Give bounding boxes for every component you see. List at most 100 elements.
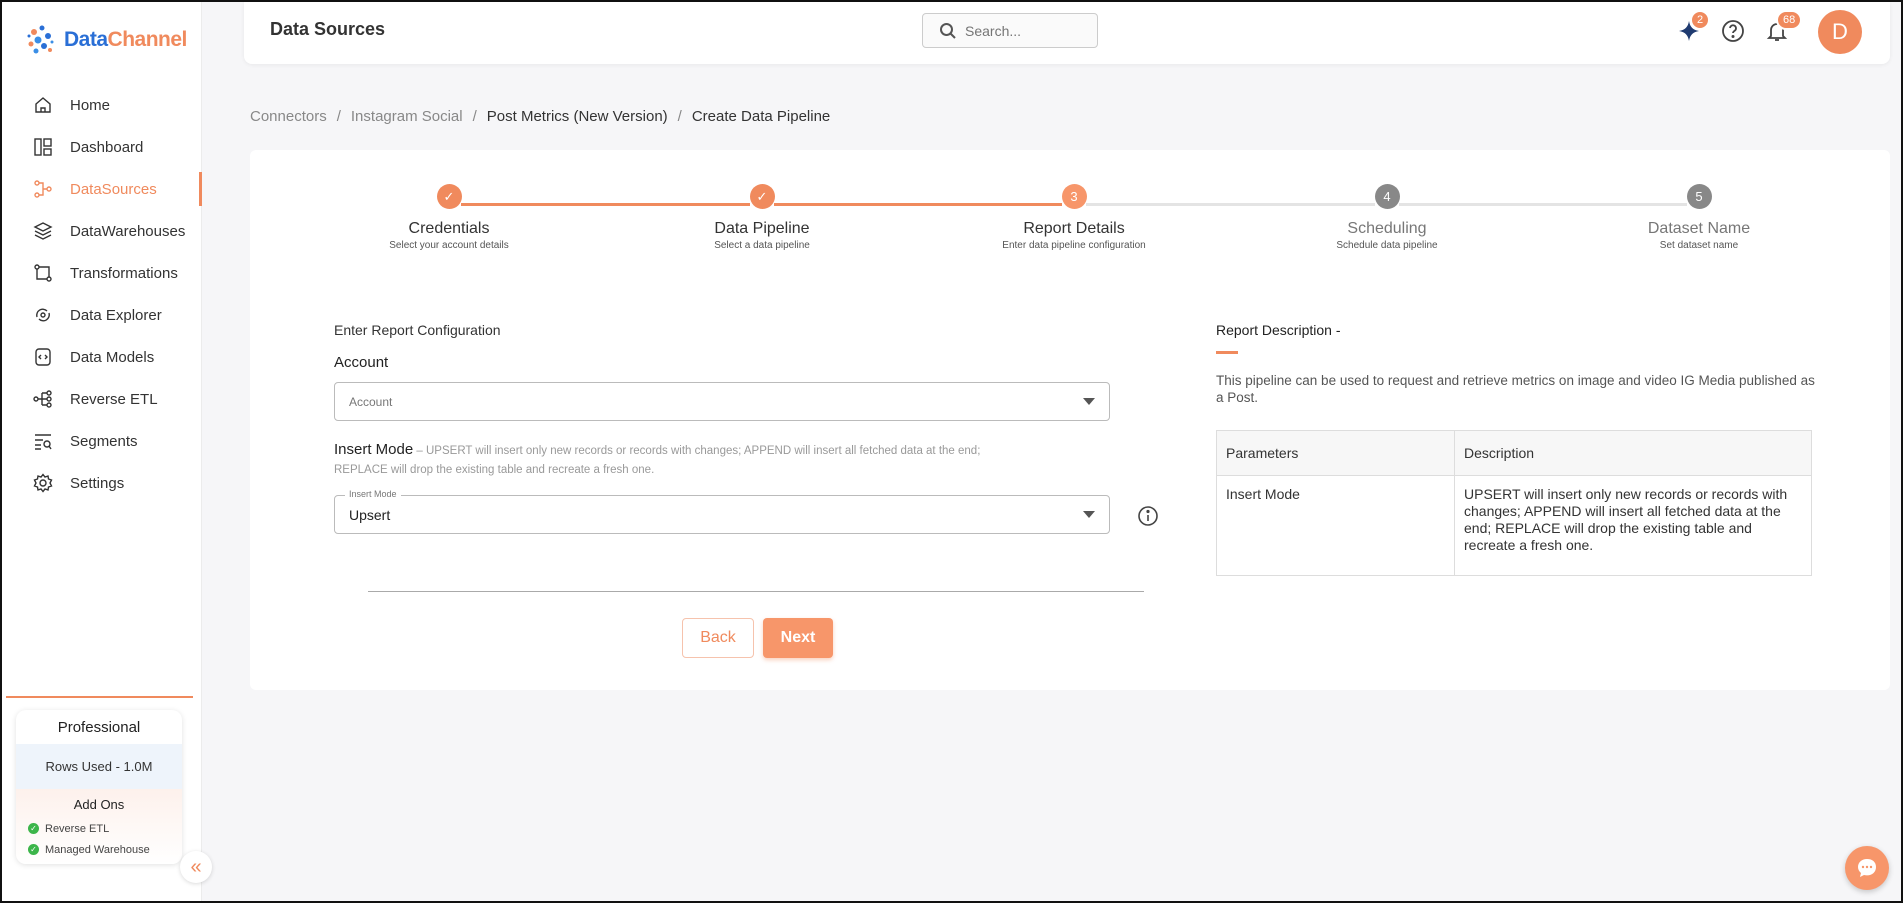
step-title: Report Details: [1023, 220, 1125, 237]
brand-name: DataChannel: [64, 28, 187, 51]
step-title: Dataset Name: [1647, 220, 1751, 237]
back-button[interactable]: Back: [682, 618, 754, 658]
sparkle-badge: 2: [1690, 10, 1711, 30]
step-subtitle: Select a data pipeline: [714, 240, 810, 251]
sidebar-item-label: Home: [70, 96, 111, 114]
transform-icon: [32, 262, 54, 284]
insert-mode-value: Upsert: [349, 506, 391, 523]
addons-section: Add Ons ✓ Reverse ETL ✓ Managed Warehous…: [16, 789, 182, 864]
step-number: 4: [1374, 184, 1400, 209]
layers-icon: [32, 220, 54, 242]
reverse-etl-icon: [32, 388, 54, 410]
insert-mode-float-label: Insert Mode: [345, 489, 401, 499]
plan-title: Professional: [57, 718, 141, 736]
sidebar-item-label: Reverse ETL: [70, 390, 158, 408]
dashboard-icon: [32, 136, 54, 158]
chat-button[interactable]: [1845, 846, 1889, 890]
user-avatar[interactable]: D: [1818, 10, 1862, 54]
page-title: Data Sources: [270, 19, 386, 39]
account-label: Account: [334, 354, 389, 371]
breadcrumb-separator: /: [472, 108, 477, 125]
info-icon[interactable]: [1137, 505, 1159, 527]
table-header: Description: [1454, 430, 1812, 476]
double-chevron-left-icon: «: [190, 855, 202, 878]
sidebar-item-label: Segments: [70, 432, 138, 450]
next-button[interactable]: Next: [763, 618, 833, 658]
step-credentials[interactable]: ✓ Credentials Select your account detail…: [349, 184, 549, 251]
sidebar-item-label: DataWarehouses: [70, 222, 186, 240]
sidebar-item-data-explorer[interactable]: Data Explorer: [2, 294, 202, 336]
parameters-table: Parameters Description Insert Mode UPSER…: [1216, 430, 1812, 576]
search-input[interactable]: [965, 22, 1075, 39]
step-report-details[interactable]: 3 Report Details Enter data pipeline con…: [974, 184, 1174, 251]
account-select[interactable]: Account: [334, 382, 1110, 421]
ai-sparkle-button[interactable]: 2: [1676, 10, 1711, 44]
addon-item: ✓ Managed Warehouse: [16, 839, 182, 860]
step-subtitle: Set dataset name: [1659, 240, 1739, 251]
account-select-placeholder: Account: [349, 394, 393, 409]
breadcrumb-separator: /: [336, 108, 341, 125]
step-data-pipeline[interactable]: ✓ Data Pipeline Select a data pipeline: [662, 184, 862, 251]
table-row: Insert Mode UPSERT will insert only new …: [1216, 475, 1812, 576]
sidebar-item-home[interactable]: Home: [2, 84, 202, 126]
title-underline: [1216, 351, 1238, 354]
step-subtitle: Enter data pipeline configuration: [1002, 240, 1146, 251]
datachannel-logo-icon: [27, 25, 54, 54]
sidebar-item-label: Transformations: [70, 264, 178, 282]
sidebar-item-dashboard[interactable]: Dashboard: [2, 126, 202, 168]
breadcrumb-current: Create Data Pipeline: [691, 108, 831, 125]
datasources-icon: [32, 178, 54, 200]
sidebar-item-settings[interactable]: Settings: [2, 462, 202, 504]
form-divider: [368, 591, 1144, 592]
step-number: 3: [1061, 184, 1087, 209]
sidebar-item-transformations[interactable]: Transformations: [2, 252, 202, 294]
sidebar-item-datawarehouses[interactable]: DataWarehouses: [2, 210, 202, 252]
breadcrumb-separator: /: [677, 108, 682, 125]
search-box[interactable]: [922, 13, 1098, 48]
sidebar-item-datasources[interactable]: DataSources: [2, 168, 202, 210]
search-icon: [940, 22, 956, 39]
step-scheduling[interactable]: 4 Scheduling Schedule data pipeline: [1287, 184, 1487, 251]
sidebar-item-segments[interactable]: Segments: [2, 420, 202, 462]
step-number: 5: [1686, 184, 1712, 209]
sidebar-item-label: Data Explorer: [70, 306, 162, 324]
form-heading: Enter Report Configuration: [334, 322, 501, 338]
sidebar-item-reverse-etl[interactable]: Reverse ETL: [2, 378, 202, 420]
breadcrumb: Connectors / Instagram Social / Post Met…: [250, 108, 830, 125]
insert-mode-hint: Insert Mode – UPSERT will insert only ne…: [334, 440, 1034, 480]
sidebar-divider: [6, 696, 193, 698]
notification-badge: 68: [1776, 10, 1803, 30]
help-button[interactable]: [1720, 18, 1746, 44]
addon-item: ✓ Reverse ETL: [16, 818, 182, 839]
gear-icon: [32, 472, 54, 494]
dropdown-arrow-icon: [1083, 511, 1095, 518]
collapse-sidebar-button[interactable]: «: [180, 851, 212, 883]
check-circle-icon: ✓: [28, 844, 39, 855]
step-title: Data Pipeline: [714, 220, 810, 237]
dropdown-arrow-icon: [1083, 398, 1095, 405]
brand-logo[interactable]: DataChannel: [24, 20, 187, 60]
top-header: Data Sources 2 68 D: [244, 2, 1890, 64]
explorer-icon: [32, 304, 54, 326]
table-cell: UPSERT will insert only new records or r…: [1454, 475, 1812, 576]
sidebar: DataChannel Home Dashboard DataSources D…: [2, 2, 202, 901]
segments-icon: [32, 430, 54, 452]
plan-card: Professional Rows Used - 1.0M Add Ons ✓ …: [16, 710, 182, 864]
step-title: Scheduling: [1347, 220, 1427, 237]
insert-mode-label: Insert Mode: [334, 441, 414, 458]
notifications-button[interactable]: 68: [1764, 10, 1803, 44]
step-dataset-name[interactable]: 5 Dataset Name Set dataset name: [1599, 184, 1799, 251]
help-icon: [1722, 20, 1744, 42]
insert-mode-description: – UPSERT will insert only new records or…: [334, 445, 981, 476]
addons-title: Add Ons: [73, 797, 125, 812]
insert-mode-select[interactable]: Insert Mode Upsert: [334, 489, 1110, 534]
report-description-title: Report Description -: [1216, 322, 1341, 338]
check-icon: ✓: [749, 184, 775, 209]
sidebar-item-label: Dashboard: [70, 138, 144, 156]
sidebar-item-data-models[interactable]: Data Models: [2, 336, 202, 378]
breadcrumb-post-metrics[interactable]: Post Metrics (New Version): [487, 108, 668, 125]
breadcrumb-instagram-social[interactable]: Instagram Social: [351, 108, 463, 125]
breadcrumb-connectors[interactable]: Connectors: [250, 108, 327, 125]
step-subtitle: Schedule data pipeline: [1336, 240, 1438, 251]
step-title: Credentials: [408, 220, 490, 237]
